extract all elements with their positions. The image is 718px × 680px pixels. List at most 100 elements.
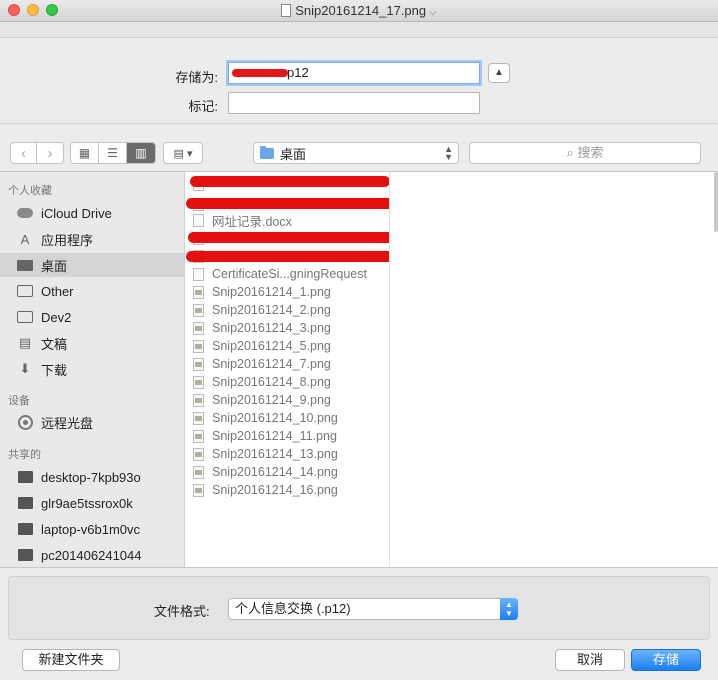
list-item[interactable]: Snip20161214_9.png — [186, 391, 389, 409]
window-scrollbar[interactable] — [714, 172, 718, 232]
sidebar-item-label: pc201406241044 — [41, 547, 142, 563]
sidebar-header-favorites: 个人收藏 — [8, 185, 52, 197]
list-item[interactable]: Snip20161214_1.png — [186, 283, 389, 301]
list-item[interactable]: Snip20161214_2.png — [186, 301, 389, 319]
monitor-icon — [16, 495, 34, 511]
tags-label: 标记: — [188, 99, 218, 114]
list-item[interactable]: Snip20161214_13.png — [186, 445, 389, 463]
sidebar-item-documents[interactable]: ▤ 文稿 — [0, 331, 184, 355]
back-button[interactable]: ‹ — [11, 143, 38, 163]
list-item[interactable]: Snip20161214_5.png — [186, 337, 389, 355]
document-icon — [281, 4, 292, 17]
chevron-down-icon: ▾ — [186, 147, 193, 160]
view-mode-switcher: ▦ ☰ ▥ — [70, 142, 156, 164]
search-placeholder: 搜索 — [577, 145, 604, 160]
image-file-icon — [193, 393, 204, 407]
downloads-icon: ⬇ — [19, 361, 31, 376]
sidebar-item-other[interactable]: Other — [0, 279, 184, 303]
list-item[interactable]: Snip20161214_16.png — [186, 481, 389, 499]
save-as-label: 存储为: — [175, 70, 218, 85]
applications-icon: A — [20, 231, 30, 247]
chevron-up-icon: ▲ — [494, 67, 504, 78]
expand-dialog-button[interactable]: ▲ — [488, 63, 510, 83]
image-file-icon — [193, 321, 204, 335]
sidebar-item-label: 下载 — [41, 362, 68, 378]
save-button[interactable]: 存储 — [631, 649, 701, 671]
file-name: Snip20161214_10.png — [212, 411, 338, 425]
chevron-down-icon: ⌵ — [429, 7, 437, 18]
sidebar-item-remote-disc[interactable]: 远程光盘 — [0, 410, 184, 434]
chevron-left-icon: ‹ — [21, 144, 26, 162]
docx-file-icon — [193, 213, 204, 227]
sidebar-item-label: desktop-7kpb93o — [41, 469, 141, 485]
monitor-icon — [16, 469, 34, 485]
sidebar-item-glr9ae5tssrox0k[interactable]: glr9ae5tssrox0k — [0, 491, 184, 515]
window-title: Snip20161214_17.png — [295, 3, 427, 18]
image-file-icon — [193, 447, 204, 461]
list-item[interactable]: 网址记录.docx — [186, 211, 389, 229]
file-name: Snip20161214_9.png — [212, 393, 331, 407]
arrange-button[interactable]: ▤ ▾ — [163, 142, 203, 164]
folder-icon — [16, 309, 34, 325]
arrange-icon: ▤ — [173, 147, 184, 160]
grid-icon: ▦ — [78, 146, 91, 160]
search-field[interactable]: ⌕ 搜索 — [469, 142, 701, 164]
folder-icon — [260, 145, 274, 159]
sidebar-item-label: 桌面 — [41, 258, 68, 274]
sidebar-item-desktop-7kpb93o[interactable]: desktop-7kpb93o — [0, 465, 184, 489]
redaction-mark — [186, 251, 389, 262]
list-item[interactable]: Snip20161214_3.png — [186, 319, 389, 337]
sheet-top-strip — [0, 22, 718, 38]
file-name: Snip20161214_14.png — [212, 465, 338, 479]
file-format-select[interactable]: 个人信息交换 (.p12) ▲ ▼ — [228, 598, 518, 620]
file-browser: 个人收藏 iCloud Drive A 应用程序 桌面 Other Dev2 ▤ 文… — [0, 171, 718, 568]
window-title-area[interactable]: Snip20161214_17.png ⌵ — [0, 3, 718, 18]
search-icon: ⌕ — [566, 145, 574, 160]
save-as-value: p12 — [287, 65, 309, 80]
sidebar-item-label: laptop-v6b1m0vc — [41, 521, 140, 537]
sidebar-item-label: 文稿 — [41, 336, 68, 352]
list-item[interactable]: Snip20161214_7.png — [186, 355, 389, 373]
icon-view-button[interactable]: ▦ — [71, 143, 100, 163]
list-view-button[interactable]: ☰ — [99, 143, 128, 163]
column-view-button[interactable]: ▥ — [127, 143, 155, 163]
sidebar-item-desktop[interactable]: 桌面 — [0, 253, 184, 277]
sidebar-item-dev2[interactable]: Dev2 — [0, 305, 184, 329]
file-name: Snip20161214_7.png — [212, 357, 331, 371]
file-column: 网址记录.docx CertificateSi...gningRequest S… — [186, 172, 390, 567]
cancel-button[interactable]: 取消 — [555, 649, 625, 671]
file-name: Snip20161214_1.png — [212, 285, 331, 299]
sidebar-item-label: iCloud Drive — [41, 205, 112, 221]
desktop-icon — [16, 257, 34, 273]
up-down-arrows-icon: ▲ ▼ — [500, 598, 518, 620]
forward-button[interactable]: › — [37, 143, 63, 163]
list-item[interactable]: Snip20161214_14.png — [186, 463, 389, 481]
title-bar: Snip20161214_17.png ⌵ — [0, 0, 718, 22]
list-item[interactable]: Snip20161214_11.png — [186, 427, 389, 445]
sidebar-item-laptop-v6b1m0vc[interactable]: laptop-v6b1m0vc — [0, 517, 184, 541]
file-name: Snip20161214_11.png — [212, 429, 337, 443]
new-folder-button[interactable]: 新建文件夹 — [22, 649, 120, 671]
sidebar-item-applications[interactable]: A 应用程序 — [0, 227, 184, 251]
cloud-icon — [16, 205, 34, 221]
image-file-icon — [193, 429, 204, 443]
up-down-arrows-icon: ▲ ▼ — [444, 144, 453, 162]
sidebar-item-icloud-drive[interactable]: iCloud Drive — [0, 201, 184, 225]
sidebar-item-label: 远程光盘 — [41, 415, 94, 431]
file-format-label: 文件格式: — [154, 604, 210, 619]
list-item[interactable]: Snip20161214_10.png — [186, 409, 389, 427]
tags-input[interactable] — [228, 92, 480, 114]
image-file-icon — [193, 465, 204, 479]
location-popup[interactable]: 桌面 ▲ ▼ — [253, 142, 459, 164]
sidebar-item-downloads[interactable]: ⬇ 下载 — [0, 357, 184, 381]
list-item[interactable]: Snip20161214_8.png — [186, 373, 389, 391]
file-name: 网址记录.docx — [212, 214, 292, 229]
image-file-icon — [193, 411, 204, 425]
list-item[interactable]: CertificateSi...gningRequest — [186, 265, 389, 283]
folder-icon — [16, 283, 34, 299]
sidebar-item-label: Other — [41, 283, 74, 299]
sidebar-item-pc201406241044[interactable]: pc201406241044 — [0, 543, 184, 567]
sidebar-header-devices: 设备 — [8, 395, 30, 407]
file-name: Snip20161214_5.png — [212, 339, 331, 353]
file-name: CertificateSi...gningRequest — [212, 267, 367, 281]
